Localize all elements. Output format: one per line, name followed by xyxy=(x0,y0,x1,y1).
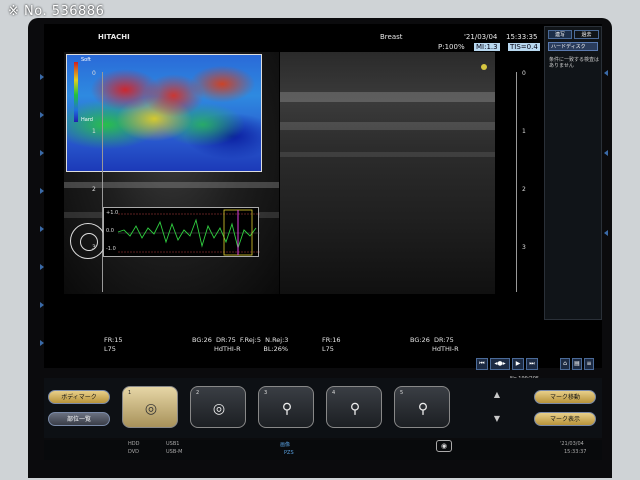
photo-frame: ※ No. 536886 HITACHI Breast '21/03/04 15… xyxy=(0,0,640,480)
right-imaging-params: BG:26 DR:75 xyxy=(410,336,454,344)
play-button[interactable]: ▶ xyxy=(512,358,524,370)
hard-disk-button[interactable]: ハードディスク xyxy=(548,42,598,51)
right-probe: L75 xyxy=(322,345,334,353)
brand-label: HITACHI xyxy=(98,33,130,41)
status-time: 15:33:37 xyxy=(564,449,587,455)
save-icon[interactable]: ▤ xyxy=(572,358,582,370)
left-imaging-params: BG:26 DR:75 F.Rej:5 N.Rej:3 xyxy=(192,336,289,344)
bezel-arrow-icon xyxy=(604,150,608,156)
colorbar-top-label: Soft xyxy=(81,57,91,63)
exam-label: Breast xyxy=(380,33,403,41)
right-frame-rate: FR:16 xyxy=(322,336,341,344)
left-imaging-params-2: HdTHI-R BL:26% xyxy=(214,345,289,353)
tab-continuous[interactable]: 連写 xyxy=(548,30,572,39)
colorbar-bottom-label: Hard xyxy=(81,117,93,123)
depth-tick: 3 xyxy=(522,244,526,251)
right-ultrasound-image[interactable] xyxy=(280,52,495,294)
tab-past[interactable]: 過去 xyxy=(574,30,599,39)
rewind-button[interactable]: ⏮ xyxy=(476,358,488,370)
status-usb2: USB-M xyxy=(166,449,183,455)
step-back-button[interactable]: ◂●▸ xyxy=(490,358,510,370)
mi-badge: MI:1.3 xyxy=(474,43,500,51)
scroll-down-icon[interactable]: ▼ xyxy=(486,412,508,426)
depth-tick: 0 xyxy=(522,70,526,77)
left-probe: L75 xyxy=(104,345,116,353)
status-usb1: USB1 xyxy=(166,441,180,447)
status-hdd: HDD xyxy=(128,441,140,447)
depth-tick: 0 xyxy=(92,70,96,77)
depth-tick: 2 xyxy=(522,186,526,193)
depth-tick: 1 xyxy=(92,128,96,135)
bezel-arrow-icon xyxy=(604,70,608,76)
menu-icon[interactable]: ≡ xyxy=(584,358,594,370)
power-label: P:100% xyxy=(438,43,465,51)
no-exam-message: 条件に一致する検査はありません xyxy=(549,57,600,69)
status-dvd: DVD xyxy=(128,449,140,455)
tis-badge: TIS=0.4 xyxy=(508,43,540,51)
bezel-arrow-icon xyxy=(604,230,608,236)
body-mark-button[interactable]: ボディマーク xyxy=(48,390,110,404)
strain-waveform: +1.0 0.0 -1.0 xyxy=(103,207,260,257)
header-time: 15:33:35 xyxy=(506,33,538,41)
watermark-label: ※ No. 536886 xyxy=(8,4,105,19)
left-frame-rate: FR:15 xyxy=(104,336,123,344)
status-center: 画像 xyxy=(280,442,291,448)
body-mark-thumb-2[interactable]: 2 ◎ xyxy=(190,386,246,428)
header-date: '21/03/04 xyxy=(464,33,498,41)
torso-icon: ⚲ xyxy=(349,401,361,417)
body-mark-thumb-1[interactable]: 1 ◎ xyxy=(122,386,178,428)
breast-circle-icon: ◎ xyxy=(144,401,158,417)
depth-tick: 2 xyxy=(92,186,96,193)
camera-icon[interactable]: ◉ xyxy=(436,440,452,452)
breast-circle-icon: ◎ xyxy=(212,401,226,417)
body-mark-thumb-5[interactable]: 5 ⚲ xyxy=(394,386,450,428)
region-list-button[interactable]: 部位一覧 xyxy=(48,412,110,426)
body-mark-icon xyxy=(70,223,106,259)
status-center-2: PZS xyxy=(284,450,294,456)
depth-tick: 1 xyxy=(522,128,526,135)
home-icon[interactable]: ⌂ xyxy=(560,358,570,370)
status-date: '21/03/04 xyxy=(560,441,584,447)
torso-icon: ⚲ xyxy=(417,401,429,417)
right-imaging-params-2: HdTHI-R xyxy=(432,345,459,353)
focus-marker-icon xyxy=(481,64,487,70)
body-mark-thumb-4[interactable]: 4 ⚲ xyxy=(326,386,382,428)
scroll-up-icon[interactable]: ▲ xyxy=(486,388,508,402)
side-panel: 連写 過去 ハードディスク 条件に一致する検査はありません xyxy=(544,26,602,320)
mark-show-button[interactable]: マーク表示 xyxy=(534,412,596,426)
elasticity-colorbar xyxy=(74,62,78,122)
waveform-trace xyxy=(117,209,260,256)
torso-icon: ⚲ xyxy=(281,401,293,417)
body-mark-thumb-3[interactable]: 3 ⚲ xyxy=(258,386,314,428)
mark-move-button[interactable]: マーク移動 xyxy=(534,390,596,404)
forward-button[interactable]: ⏭ xyxy=(526,358,538,370)
